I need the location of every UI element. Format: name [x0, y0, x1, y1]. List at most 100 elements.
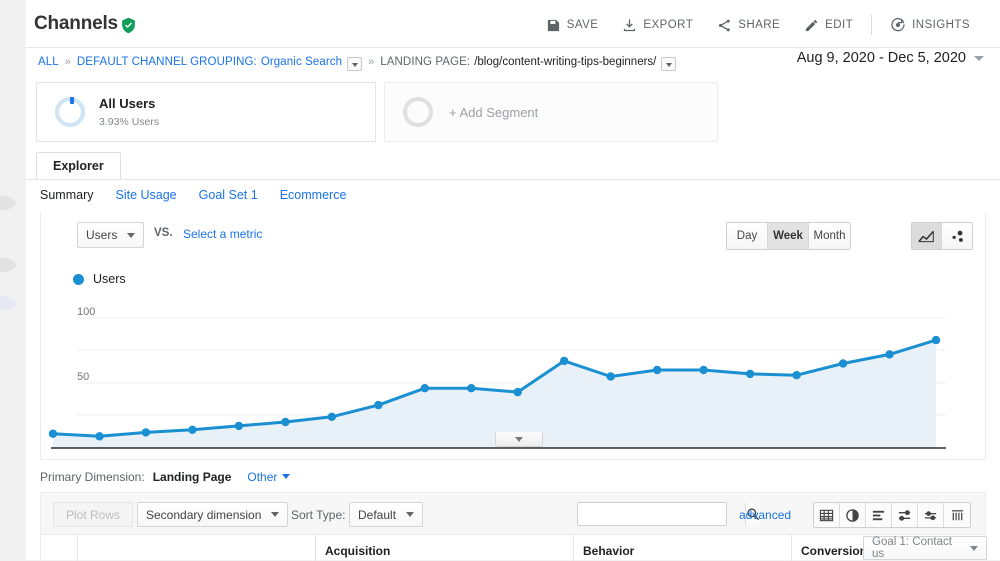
donut-progress-icon	[55, 97, 85, 127]
table-view-icon[interactable]	[814, 503, 840, 527]
granularity-day[interactable]: Day	[727, 223, 768, 249]
subtab-site-usage[interactable]: Site Usage	[115, 188, 176, 202]
breadcrumb-landing-label: LANDING PAGE:	[380, 56, 471, 68]
breadcrumb-landing-value: /blog/content-writing-tips-beginners/	[474, 56, 657, 68]
segment-all-users[interactable]: All Users 3.93% Users	[36, 82, 376, 142]
metric-select-value: Users	[86, 228, 118, 242]
primary-dimension-value[interactable]: Landing Page	[153, 470, 232, 484]
chart-data-point[interactable]	[513, 387, 522, 397]
tab-explorer[interactable]: Explorer	[36, 152, 121, 179]
chart-data-point[interactable]	[792, 371, 801, 380]
table-toolbar: Plot Rows Secondary dimension Sort Type:…	[40, 492, 986, 534]
collapse-chart-button[interactable]	[495, 432, 543, 447]
goal-select[interactable]: Goal 1: Contact us	[863, 536, 987, 560]
chart-data-point[interactable]	[838, 359, 848, 368]
share-button[interactable]: SHARE	[705, 14, 792, 36]
secondary-dimension-select[interactable]: Secondary dimension	[137, 502, 289, 527]
users-line-chart	[48, 317, 946, 449]
performance-view-icon[interactable]	[866, 503, 892, 527]
legend-label: Users	[93, 272, 126, 286]
chart-data-point[interactable]	[48, 429, 58, 438]
segment-name: All Users	[99, 96, 156, 112]
chart-data-point[interactable]	[281, 417, 290, 427]
chart-data-point[interactable]	[188, 425, 197, 434]
subtab-goal-set-1[interactable]: Goal Set 1	[199, 188, 258, 202]
export-button[interactable]: EXPORT	[610, 14, 705, 36]
header-actions: SAVE EXPORT SHARE EDIT INSIGHTS	[534, 14, 982, 36]
legend-color-swatch	[73, 273, 84, 285]
edit-button[interactable]: EDIT	[792, 14, 865, 36]
chart-data-point[interactable]	[745, 369, 755, 379]
breadcrumb-all-link[interactable]: ALL	[38, 56, 59, 68]
empty-circle-icon	[403, 97, 433, 127]
granularity-month[interactable]: Month	[809, 223, 850, 249]
chart-data-point[interactable]	[420, 384, 429, 393]
breadcrumb-separator-2: »	[368, 56, 375, 68]
chart-data-point[interactable]	[141, 428, 151, 437]
other-label: Other	[247, 470, 278, 484]
chart-data-point[interactable]	[885, 350, 894, 359]
chart-data-point[interactable]	[653, 365, 662, 375]
breadcrumb-grouping-label[interactable]: DEFAULT CHANNEL GROUPING:	[77, 56, 257, 68]
tab-bar: Explorer	[26, 152, 1000, 180]
chart-data-point[interactable]	[931, 335, 941, 345]
scatter-plot-icon[interactable]	[942, 223, 972, 249]
pie-chart-view-icon[interactable]	[840, 503, 866, 527]
nav-item-partial-3[interactable]	[0, 296, 16, 310]
page-title: Channels	[34, 13, 118, 34]
subtab-summary[interactable]: Summary	[40, 188, 93, 202]
term-cloud-view-icon[interactable]	[944, 503, 970, 527]
save-label: SAVE	[566, 19, 599, 31]
chart-data-point[interactable]	[374, 400, 383, 410]
search-input[interactable]	[578, 503, 745, 525]
line-chart-icon[interactable]	[912, 223, 942, 249]
advanced-link[interactable]: advanced	[739, 508, 791, 522]
breadcrumb-separator-1: »	[64, 56, 71, 68]
insights-button[interactable]: INSIGHTS	[878, 14, 982, 36]
table-header-behavior: Behavior	[583, 544, 635, 558]
column-divider-3	[573, 535, 574, 561]
share-label: SHARE	[738, 19, 781, 31]
breadcrumb-landing-dropdown[interactable]	[661, 57, 677, 71]
date-range-picker[interactable]: Aug 9, 2020 - Dec 5, 2020	[797, 50, 984, 66]
chart-legend: Users	[73, 272, 126, 286]
sort-type-select[interactable]: Default	[349, 502, 424, 527]
chevron-down-icon	[970, 545, 978, 551]
y-axis-tick-100: 100	[77, 306, 96, 318]
comparison-view-icon[interactable]	[892, 503, 918, 527]
sort-type-label: Sort Type:	[291, 508, 346, 522]
breadcrumb-bar: ALL » DEFAULT CHANNEL GROUPING: Organic …	[26, 48, 1000, 80]
subtab-bar: Summary Site Usage Goal Set 1 Ecommerce	[40, 188, 346, 202]
chart-data-point[interactable]	[560, 356, 569, 366]
breadcrumb-grouping-value[interactable]: Organic Search	[261, 56, 342, 68]
nav-item-partial-2[interactable]	[0, 258, 16, 272]
pivot-view-icon[interactable]	[918, 503, 944, 527]
save-button[interactable]: SAVE	[534, 14, 611, 36]
report-canvas: Channels SAVE EXPORT SHARE EDIT INSIGHTS…	[26, 0, 1000, 561]
breadcrumb: ALL » DEFAULT CHANNEL GROUPING: Organic …	[38, 55, 677, 71]
column-divider-2	[315, 535, 316, 561]
chart-data-point[interactable]	[327, 412, 336, 421]
granularity-week[interactable]: Week	[768, 223, 809, 249]
chart-panel: Users VS. Select a metric Day Week Month	[40, 212, 987, 532]
chart-data-point[interactable]	[234, 421, 244, 431]
breadcrumb-grouping-dropdown[interactable]	[347, 57, 363, 71]
chart-data-point[interactable]	[606, 372, 615, 381]
nav-item-partial-1[interactable]	[0, 196, 16, 210]
verified-check-icon	[120, 17, 137, 34]
chart-data-point[interactable]	[699, 365, 708, 375]
table-search	[577, 502, 760, 526]
metric-select[interactable]: Users	[77, 222, 145, 248]
primary-dimension-other[interactable]: Other	[247, 470, 291, 484]
google-analytics-report-page: Channels SAVE EXPORT SHARE EDIT INSIGHTS…	[0, 0, 1000, 561]
chevron-down-icon	[282, 474, 291, 479]
add-segment-button[interactable]: + Add Segment	[384, 82, 718, 142]
select-a-metric-link[interactable]: Select a metric	[183, 227, 262, 241]
chart-data-point[interactable]	[467, 384, 476, 393]
chevron-down-icon	[406, 512, 415, 517]
subtab-ecommerce[interactable]: Ecommerce	[280, 188, 347, 202]
chart-data-point[interactable]	[95, 432, 104, 441]
add-segment-label: + Add Segment	[449, 104, 539, 120]
chevron-down-icon	[271, 512, 280, 517]
chart-controls-row: Users VS. Select a metric Day Week Month	[41, 212, 987, 258]
